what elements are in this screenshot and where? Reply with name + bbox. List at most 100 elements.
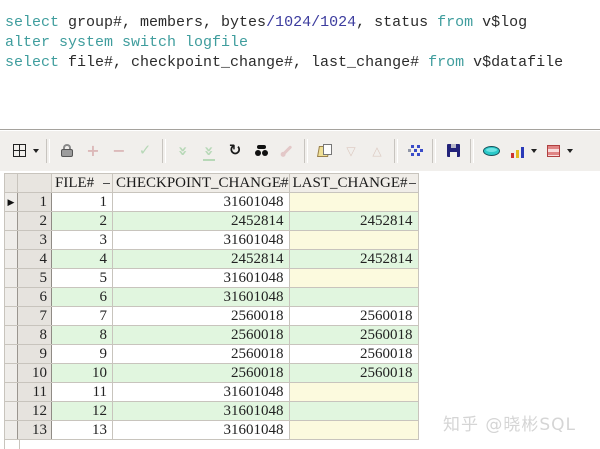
row-marker-cell[interactable] [4, 420, 18, 440]
row-number-cell[interactable]: 9 [17, 344, 52, 364]
file-cell[interactable]: 4 [51, 249, 113, 269]
insert-record-button[interactable] [81, 138, 105, 164]
sql-token-plain: v$datafile [473, 54, 564, 71]
single-record-view-button[interactable] [479, 138, 503, 164]
save-results-icon [443, 141, 463, 161]
edit-pencil-button[interactable] [275, 138, 299, 164]
find-button[interactable] [249, 138, 273, 164]
row-number-cell[interactable]: 7 [17, 306, 52, 326]
checkpoint-change-cell[interactable]: 2560018 [112, 325, 290, 345]
file-cell[interactable]: 10 [51, 363, 113, 383]
table-row: 5 5 31601048 [4, 268, 419, 288]
checkpoint-change-cell[interactable]: 2452814 [112, 211, 290, 231]
column-header-last-change[interactable]: LAST_CHANGE# [288, 173, 419, 193]
sort-descending-button[interactable] [339, 138, 363, 164]
last-change-cell[interactable] [288, 268, 419, 288]
checkpoint-change-cell[interactable]: 31601048 [112, 287, 290, 307]
last-change-cell[interactable]: 2560018 [288, 344, 419, 364]
checkpoint-change-cell[interactable]: 2560018 [112, 344, 290, 364]
file-cell[interactable]: 9 [51, 344, 113, 364]
row-marker-cell[interactable] [4, 249, 18, 269]
last-change-cell[interactable] [288, 382, 419, 402]
report-icon [543, 141, 563, 161]
row-marker-cell[interactable] [4, 211, 18, 231]
file-cell[interactable]: 5 [51, 268, 113, 288]
report-button[interactable] [541, 138, 575, 164]
file-cell[interactable]: 8 [51, 325, 113, 345]
file-cell[interactable]: 3 [51, 230, 113, 250]
last-change-cell[interactable] [288, 401, 419, 421]
data-filter-button[interactable] [403, 138, 427, 164]
fetch-next-page-button[interactable] [171, 138, 195, 164]
row-marker-cell[interactable] [4, 230, 18, 250]
row-number-cell[interactable]: 12 [17, 401, 52, 421]
table-row: 8 8 2560018 2560018 [4, 325, 419, 345]
last-change-cell[interactable]: 2560018 [288, 325, 419, 345]
row-number-cell[interactable]: 10 [17, 363, 52, 383]
checkpoint-change-cell[interactable]: 31601048 [112, 268, 290, 288]
copy-to-export-button[interactable] [313, 138, 337, 164]
post-changes-button[interactable] [133, 138, 157, 164]
row-number-cell[interactable]: 4 [17, 249, 52, 269]
row-number-cell[interactable]: 13 [17, 420, 52, 440]
dropdown-caret-icon [531, 149, 537, 156]
fetch-next-page-icon [173, 141, 193, 161]
row-marker-cell[interactable] [4, 363, 18, 383]
fetch-last-page-icon [199, 141, 219, 161]
table-row: 12 12 31601048 [4, 401, 419, 421]
last-change-cell[interactable]: 2452814 [288, 249, 419, 269]
file-cell[interactable]: 11 [51, 382, 113, 402]
checkpoint-change-cell[interactable]: 31601048 [112, 401, 290, 421]
last-change-cell[interactable]: 2452814 [288, 211, 419, 231]
row-number-cell[interactable]: 11 [17, 382, 52, 402]
save-results-button[interactable] [441, 138, 465, 164]
file-cell[interactable]: 2 [51, 211, 113, 231]
checkpoint-change-cell[interactable]: 31601048 [112, 382, 290, 402]
column-header-file[interactable]: FILE# [51, 173, 113, 193]
grid-options-button[interactable] [7, 138, 41, 164]
row-marker-cell[interactable] [4, 344, 18, 364]
sql-editor[interactable]: select group#, members, bytes/1024/1024,… [5, 13, 563, 73]
file-cell[interactable]: 7 [51, 306, 113, 326]
table-row: 13 13 31601048 [4, 420, 419, 440]
file-cell[interactable]: 13 [51, 420, 113, 440]
last-change-cell[interactable] [288, 192, 419, 212]
file-cell[interactable]: 6 [51, 287, 113, 307]
checkpoint-change-cell[interactable]: 31601048 [112, 420, 290, 440]
toolbar-separator [394, 138, 398, 163]
row-marker-cell[interactable] [4, 382, 18, 402]
chart-button[interactable] [505, 138, 539, 164]
last-change-cell[interactable] [288, 420, 419, 440]
table-row: 9 9 2560018 2560018 [4, 344, 419, 364]
row-marker-cell[interactable] [4, 325, 18, 345]
row-number-cell[interactable]: 6 [17, 287, 52, 307]
row-number-cell[interactable]: 3 [17, 230, 52, 250]
last-change-cell[interactable] [288, 230, 419, 250]
lock-data-button[interactable] [55, 138, 79, 164]
last-change-cell[interactable]: 2560018 [288, 306, 419, 326]
refresh-query-button[interactable] [223, 138, 247, 164]
row-number-cell[interactable]: 5 [17, 268, 52, 288]
row-marker-cell[interactable] [4, 401, 18, 421]
checkpoint-change-cell[interactable]: 31601048 [112, 192, 290, 212]
delete-record-button[interactable] [107, 138, 131, 164]
row-number-cell[interactable]: 8 [17, 325, 52, 345]
row-marker-cell[interactable] [4, 268, 18, 288]
insert-record-icon [83, 141, 103, 161]
sort-ascending-button[interactable] [365, 138, 389, 164]
checkpoint-change-cell[interactable]: 2452814 [112, 249, 290, 269]
last-change-cell[interactable]: 2560018 [288, 363, 419, 383]
fetch-last-page-button[interactable] [197, 138, 221, 164]
checkpoint-change-cell[interactable]: 2560018 [112, 306, 290, 326]
row-marker-cell[interactable] [4, 287, 18, 307]
last-change-cell[interactable] [288, 287, 419, 307]
file-cell[interactable]: 12 [51, 401, 113, 421]
checkpoint-change-cell[interactable]: 2560018 [112, 363, 290, 383]
current-row-marker[interactable]: ▶ [4, 192, 18, 212]
column-header-checkpoint-change[interactable]: CHECKPOINT_CHANGE# [112, 173, 290, 193]
checkpoint-change-cell[interactable]: 31601048 [112, 230, 290, 250]
file-cell[interactable]: 1 [51, 192, 113, 212]
row-number-cell[interactable]: 1 [17, 192, 52, 212]
row-marker-cell[interactable] [4, 306, 18, 326]
row-number-cell[interactable]: 2 [17, 211, 52, 231]
